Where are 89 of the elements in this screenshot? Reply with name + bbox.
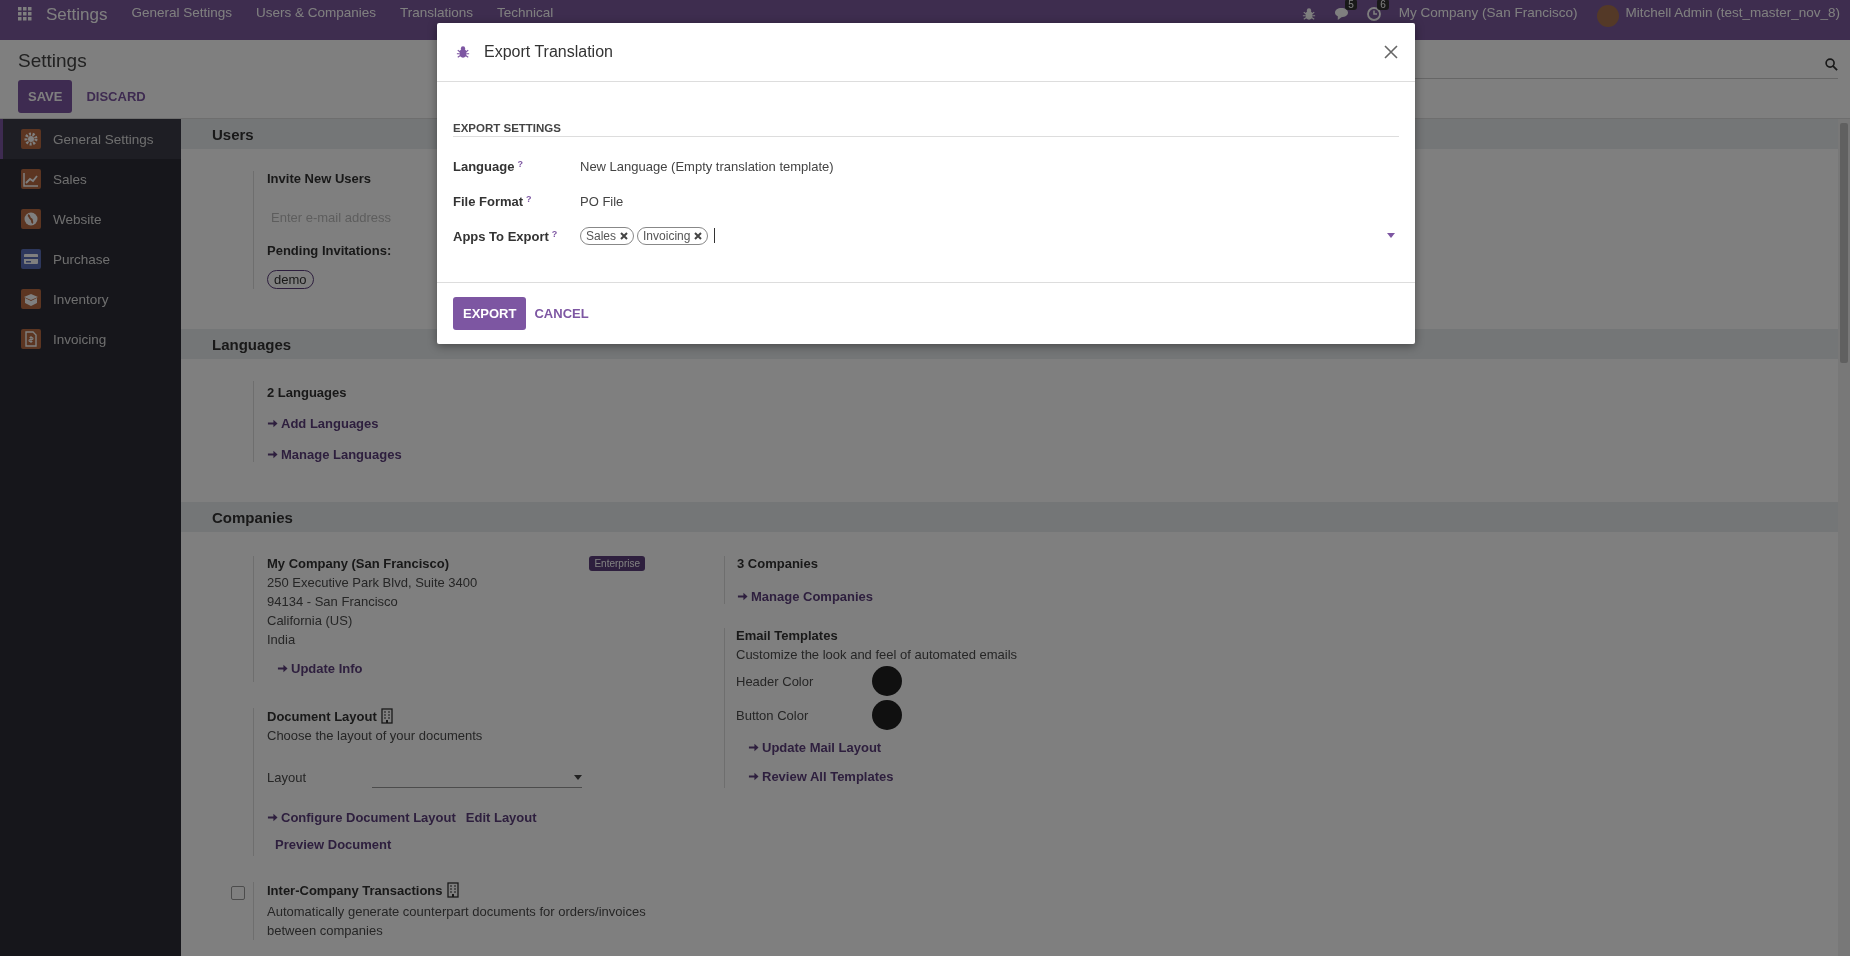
app-icon xyxy=(21,129,41,149)
export-button[interactable]: EXPORT xyxy=(453,297,527,330)
sidebar-item[interactable]: Purchase xyxy=(0,239,181,279)
building-icon xyxy=(446,882,459,898)
sidebar-item[interactable]: Invoicing xyxy=(0,319,181,359)
search-icon xyxy=(1825,57,1838,71)
field-label: File Format xyxy=(453,193,524,209)
field-label: Language xyxy=(453,158,515,174)
caret-icon xyxy=(574,774,582,780)
field-label: Button Color xyxy=(736,707,810,723)
menu-item[interactable]: Translations xyxy=(400,5,474,20)
address-line: India xyxy=(267,632,296,647)
section-title: EXPORT SETTINGS xyxy=(453,122,1399,137)
scrollbar[interactable] xyxy=(1838,119,1850,956)
tags-field[interactable]: Sales Invoicing xyxy=(580,226,1399,246)
field-value[interactable]: PO File xyxy=(580,193,1399,209)
link[interactable]: Preview Document xyxy=(275,837,392,852)
address-line: California (US) xyxy=(267,613,353,628)
arrow-icon xyxy=(267,418,278,429)
field-label: Apps To Export xyxy=(453,228,549,244)
close-icon[interactable] xyxy=(1384,45,1398,59)
app-icon xyxy=(21,209,41,229)
setting-description: Choose the layout of your documents xyxy=(267,728,483,743)
setting-description: Automatically generate counterpart documents for orders/invoices between companies xyxy=(267,903,647,940)
setting-title: Email Templates xyxy=(736,628,838,643)
arrow-icon xyxy=(737,591,748,602)
sidebar-item[interactable]: Inventory xyxy=(0,279,181,319)
chat-count: 5 xyxy=(1345,0,1357,10)
address-line: 94134 - San Francisco xyxy=(267,594,398,609)
sidebar-item[interactable]: Website xyxy=(0,199,181,239)
setting-description: Customize the look and feel of automated emails xyxy=(736,647,1018,662)
link[interactable]: Manage Languages xyxy=(267,447,402,462)
link[interactable]: Configure Document Layout xyxy=(267,810,456,825)
app-icon xyxy=(21,169,41,189)
field-value[interactable]: New Language (Empty translation template) xyxy=(580,158,1399,174)
company-switcher[interactable]: My Company (San Francisco) xyxy=(1398,5,1578,20)
link[interactable]: Add Languages xyxy=(267,416,379,431)
help-mark[interactable]: ? xyxy=(517,158,523,169)
link[interactable]: Edit Layout xyxy=(465,810,537,825)
bug-icon[interactable] xyxy=(1301,7,1316,21)
page-title: Settings xyxy=(18,50,87,72)
activity-count: 6 xyxy=(1377,0,1389,10)
menu-item[interactable]: General Settings xyxy=(131,5,232,20)
building-icon xyxy=(380,708,393,724)
app-icon xyxy=(21,249,41,269)
setting-title: Inter-Company Transactions xyxy=(267,882,443,898)
checkbox[interactable] xyxy=(231,886,245,900)
languages-count: 2 Languages xyxy=(267,385,347,400)
color-swatch[interactable] xyxy=(872,700,902,730)
arrow-icon xyxy=(267,812,278,823)
link[interactable]: Manage Companies xyxy=(737,589,874,604)
arrow-icon xyxy=(748,771,759,782)
dialog-title: Export Translation xyxy=(484,43,614,61)
enterprise-badge: Enterprise xyxy=(589,556,645,571)
field-label: Pending Invitations: xyxy=(267,243,392,258)
arrow-icon xyxy=(267,449,278,460)
setting-title: Document Layout xyxy=(267,708,377,724)
address-line: 250 Executive Park Blvd, Suite 3400 xyxy=(267,575,478,590)
chat-icon[interactable] xyxy=(1333,7,1349,20)
app-title[interactable]: Settings xyxy=(46,5,108,25)
user-menu[interactable]: Mitchell Admin (test_master_nov_8) xyxy=(1625,5,1840,20)
sidebar-item[interactable]: Sales xyxy=(0,159,181,199)
app-icon xyxy=(21,289,41,309)
save-button[interactable]: SAVE xyxy=(18,80,73,113)
menu-item[interactable]: Users & Companies xyxy=(256,5,377,20)
field-label: Header Color xyxy=(736,673,815,689)
arrow-icon xyxy=(748,742,759,753)
clock-icon[interactable] xyxy=(1366,7,1381,21)
companies-count: 3 Companies xyxy=(737,556,818,571)
discard-button[interactable]: DISCARD xyxy=(82,80,150,113)
arrow-icon xyxy=(277,663,288,674)
remove-icon[interactable] xyxy=(694,231,703,240)
color-swatch[interactable] xyxy=(872,666,902,696)
company-name: My Company (San Francisco) xyxy=(267,556,450,571)
help-mark[interactable]: ? xyxy=(551,228,558,239)
cancel-button[interactable]: CANCEL xyxy=(530,297,593,330)
apps-menu-icon[interactable] xyxy=(18,7,32,21)
sidebar-item[interactable]: General Settings xyxy=(0,119,181,159)
link[interactable]: Update Info xyxy=(277,661,363,676)
help-mark[interactable]: ? xyxy=(526,193,532,204)
bug-icon[interactable] xyxy=(456,45,470,59)
remove-icon[interactable] xyxy=(620,231,629,240)
link[interactable]: Review All Templates xyxy=(748,769,894,784)
link[interactable]: Update Mail Layout xyxy=(748,740,882,755)
app-icon xyxy=(21,329,41,349)
caret-icon xyxy=(1387,233,1395,238)
field-label: Layout xyxy=(267,770,308,785)
field-label: Invite New Users xyxy=(267,171,372,186)
menu-item[interactable]: Technical xyxy=(497,5,554,20)
